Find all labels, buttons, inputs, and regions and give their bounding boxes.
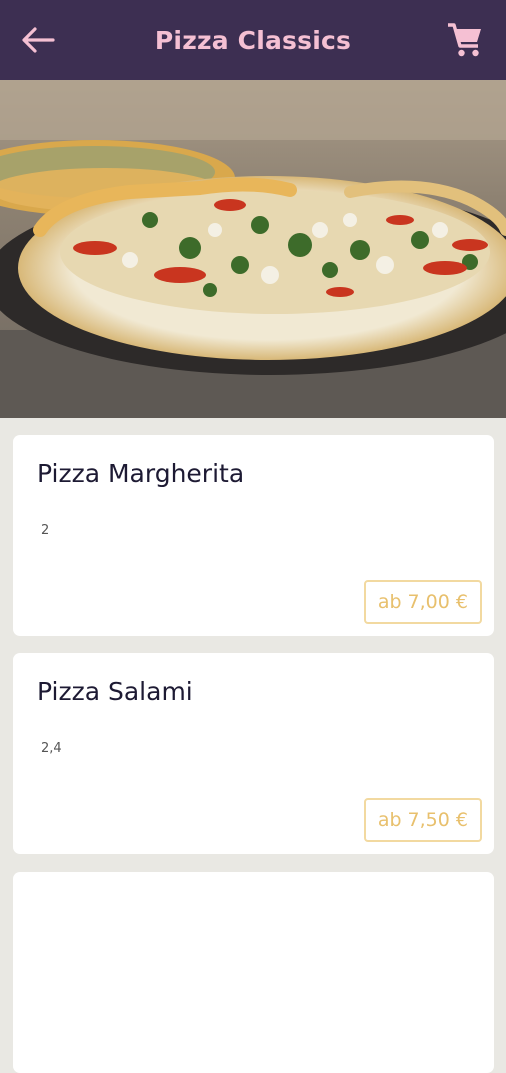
price-button[interactable]: ab 7,50 € bbox=[363, 798, 482, 842]
cart-icon bbox=[448, 23, 481, 57]
product-name: Pizza Margherita bbox=[37, 459, 245, 488]
page-title: Pizza Classics bbox=[154, 25, 352, 55]
back-button[interactable] bbox=[18, 22, 58, 58]
cart-button[interactable] bbox=[444, 20, 486, 60]
product-info: 2,4 bbox=[41, 741, 62, 756]
product-card-salami[interactable]: Pizza Salami 2,4 ab 7,50 € bbox=[13, 653, 494, 854]
arrow-left-icon bbox=[22, 27, 55, 53]
product-card-margherita[interactable]: Pizza Margherita 2 ab 7,00 € bbox=[13, 435, 494, 636]
hero-pizza-image bbox=[0, 80, 506, 418]
product-card-partial[interactable] bbox=[13, 872, 494, 1073]
product-info: 2 bbox=[41, 523, 50, 538]
app-header: Pizza Classics bbox=[0, 0, 506, 80]
price-button[interactable]: ab 7,00 € bbox=[363, 580, 482, 624]
product-name: Pizza Salami bbox=[37, 677, 193, 706]
